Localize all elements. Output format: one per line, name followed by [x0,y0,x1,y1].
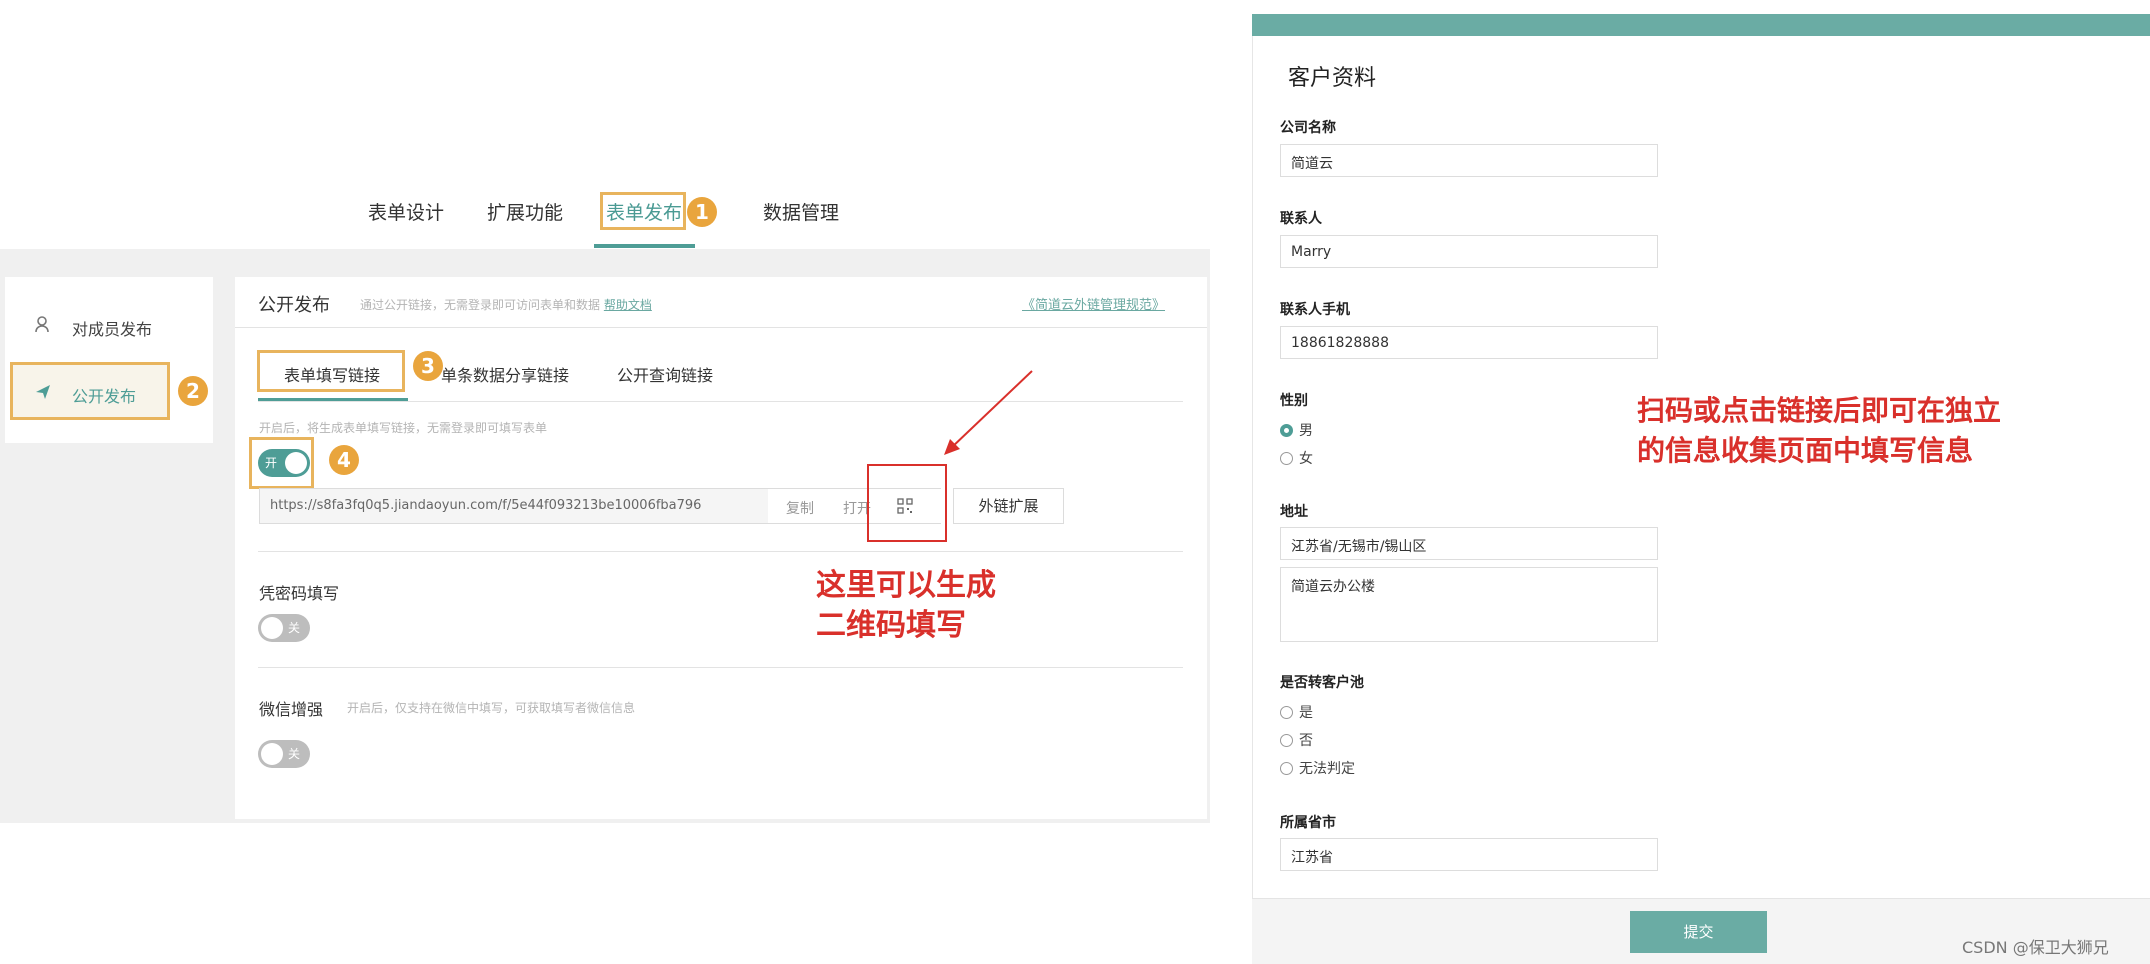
rule-link[interactable]: 《简道云外链管理规范》 [1022,294,1165,313]
user-icon [34,315,52,337]
watermark: CSDN @保卫大狮兄 [1962,938,2109,957]
company-field[interactable]: 简道云 [1280,144,1658,177]
divider [235,327,1207,328]
phone-label: 联系人手机 [1280,302,1350,318]
send-icon [35,384,51,404]
pool-label: 是否转客户池 [1280,675,1364,691]
company-value: 简道云 [1291,156,1333,172]
link-extension-button[interactable]: 外链扩展 [953,488,1064,524]
qr-annotation-line: 这里可以生成 [816,568,996,603]
submit-button[interactable]: 提交 [1630,911,1767,953]
step-badge: 3 [413,351,443,381]
address-detail-field[interactable]: 简道云办公楼 [1280,567,1658,642]
sidebar-item-member-publish[interactable]: 对成员发布 [72,316,152,340]
toggle-text: 关 [288,621,301,635]
toggle-knob [261,617,283,639]
phone-value: 18861828888 [1291,335,1389,351]
radio-icon [1280,734,1293,747]
form-annotation-line: 扫码或点击链接后即可在独立 [1637,394,2002,427]
form-annotation: 扫码或点击链接后即可在独立 的信息收集页面中填写信息 [1637,391,2001,471]
address-detail-value: 简道云办公楼 [1291,579,1375,595]
panel-title: 公开发布 [258,295,330,316]
link-hint: 开启后，将生成表单填写链接，无需登录即可填写表单 [259,421,548,435]
radio-label: 否 [1299,733,1313,749]
radio-label: 是 [1299,705,1313,721]
radio-selected-icon [1280,424,1293,437]
contact-value: Marry [1291,244,1332,260]
step-badge: 4 [329,445,359,475]
gender-option-male[interactable]: 男 [1280,420,1313,440]
callout-arrow [944,370,1033,455]
region-select[interactable]: 江苏省/无锡市/锡山区 ⌄ [1280,527,1658,560]
radio-label: 男 [1299,423,1313,439]
province-label: 所属省市 [1280,815,1336,831]
active-tab-underline [594,244,695,248]
address-label: 地址 [1280,504,1308,520]
copy-link[interactable]: 复制 [786,498,814,518]
public-url-field[interactable]: https://s8fa3fq0q5.jiandaoyun.com/f/5e44… [259,488,942,524]
pool-option-undetermined[interactable]: 无法判定 [1280,758,1355,778]
enable-link-toggle[interactable]: 开 [258,449,310,477]
radio-icon [1280,706,1293,719]
panel-description: 通过公开链接，无需登录即可访问表单和数据 [360,298,601,312]
qr-annotation: 这里可以生成 二维码填写 [816,566,996,646]
tab-fill-link[interactable]: 表单填写链接 [284,362,380,386]
tab-data-management[interactable]: 数据管理 [763,198,839,225]
wechat-toggle[interactable]: 关 [258,740,310,768]
highlight-box [600,192,686,230]
pool-option-no[interactable]: 否 [1280,730,1313,750]
qr-callout-box [867,464,947,542]
toggle-knob [261,743,283,765]
toggle-text: 关 [288,747,301,761]
phone-field[interactable]: 18861828888 [1280,326,1658,359]
gender-label: 性别 [1280,393,1308,409]
step-badge: 2 [178,376,208,406]
form-annotation-line: 的信息收集页面中填写信息 [1637,434,1974,467]
sidebar-item-label: 公开发布 [72,387,137,406]
wechat-enhance-label: 微信增强 [259,700,324,719]
wechat-hint: 开启后，仅支持在微信中填写，可获取填写者微信信息 [347,701,636,715]
password-fill-label: 凭密码填写 [259,584,340,603]
toggle-text: 开 [265,456,278,470]
tab-public-query-link[interactable]: 公开查询链接 [617,362,713,386]
radio-icon [1280,452,1293,465]
divider [258,667,1183,668]
pool-option-yes[interactable]: 是 [1280,702,1313,722]
divider [258,401,1183,402]
radio-label: 无法判定 [1299,761,1355,777]
company-label: 公司名称 [1280,120,1336,136]
province-field[interactable]: 江苏省 [1280,838,1658,871]
help-link[interactable]: 帮助文档 [604,298,652,312]
tab-form-design[interactable]: 表单设计 [368,198,444,225]
form-header-bar [1252,14,2150,36]
contact-label: 联系人 [1280,211,1322,227]
toggle-knob [285,452,307,474]
public-url-text: https://s8fa3fq0q5.jiandaoyun.com/f/5e44… [270,498,702,513]
form-title: 客户资料 [1288,66,1377,91]
password-toggle[interactable]: 关 [258,614,310,642]
radio-icon [1280,762,1293,775]
qr-annotation-line: 二维码填写 [816,608,966,643]
tab-extensions[interactable]: 扩展功能 [487,198,563,225]
contact-field[interactable]: Marry [1280,235,1658,268]
chevron-down-icon: ⌄ [1291,536,1303,552]
tab-single-share-link[interactable]: 单条数据分享链接 [441,362,569,386]
step-badge: 1 [687,197,717,227]
gender-option-female[interactable]: 女 [1280,448,1313,468]
divider [258,551,1183,552]
province-value: 江苏省 [1291,850,1333,866]
radio-label: 女 [1299,451,1313,467]
